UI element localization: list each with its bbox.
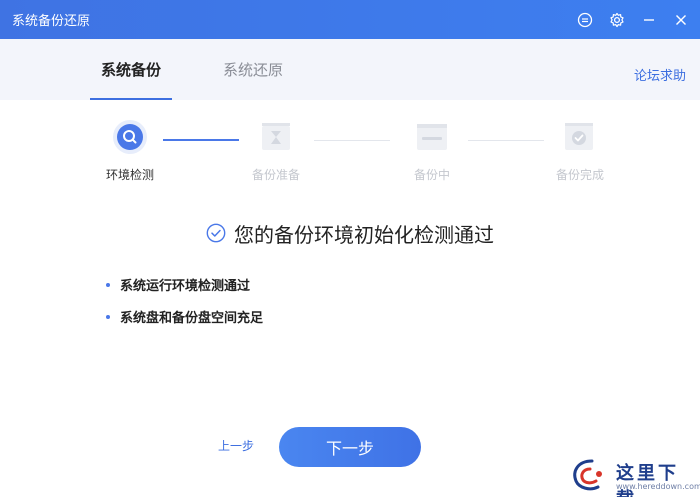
bullet-icon	[106, 314, 110, 319]
message-icon[interactable]	[576, 11, 594, 29]
next-step-button[interactable]: 下一步	[279, 427, 421, 467]
step-label-complete: 备份完成	[555, 168, 604, 182]
title-bar: 系统备份还原	[0, 0, 700, 39]
check-list: 系统运行环境检测通过 系统盘和备份盘空间充足	[106, 274, 263, 338]
watermark-logo: 这里下载 www.hereddown.com	[568, 455, 700, 497]
watermark-text: 这里下载	[616, 463, 679, 497]
check-icon	[560, 118, 598, 156]
progress-icon	[413, 118, 451, 156]
list-item: 系统盘和备份盘空间充足	[106, 306, 263, 327]
step-connector	[314, 140, 390, 141]
app-title: 系统备份还原	[12, 14, 91, 29]
forum-help-link[interactable]: 论坛求助	[634, 39, 686, 109]
watermark-logo-icon	[573, 459, 602, 491]
step-connector	[468, 140, 544, 141]
step-connector	[163, 139, 239, 141]
result-banner: 您的备份环境初始化检测通过	[0, 218, 700, 248]
watermark-url: www.hereddown.com	[616, 482, 700, 491]
bullet-icon	[106, 282, 110, 287]
check-item-label: 系统盘和备份盘空间充足	[120, 311, 264, 326]
gear-icon[interactable]	[608, 11, 626, 29]
list-item: 系统运行环境检测通过	[106, 274, 263, 295]
prev-step-button[interactable]: 上一步	[218, 437, 254, 454]
check-item-label: 系统运行环境检测通过	[120, 279, 251, 294]
search-icon	[111, 118, 149, 156]
step-label-env-check: 环境检测	[105, 168, 154, 182]
step-label-backing-up: 备份中	[413, 168, 450, 182]
progress-stepper: 环境检测 备份准备 备份中 备份完成	[0, 118, 700, 188]
window-controls	[576, 0, 690, 39]
hourglass-icon	[257, 118, 295, 156]
tab-system-restore[interactable]: 系统还原	[212, 39, 294, 100]
minimize-icon[interactable]	[640, 11, 658, 29]
step-label-prepare: 备份准备	[251, 168, 300, 182]
tab-system-backup[interactable]: 系统备份	[90, 39, 172, 100]
tab-bar: 系统备份 系统还原 论坛求助	[0, 39, 700, 100]
close-icon[interactable]	[672, 11, 690, 29]
check-circle-icon	[206, 223, 226, 243]
result-message: 您的备份环境初始化检测通过	[234, 222, 494, 247]
